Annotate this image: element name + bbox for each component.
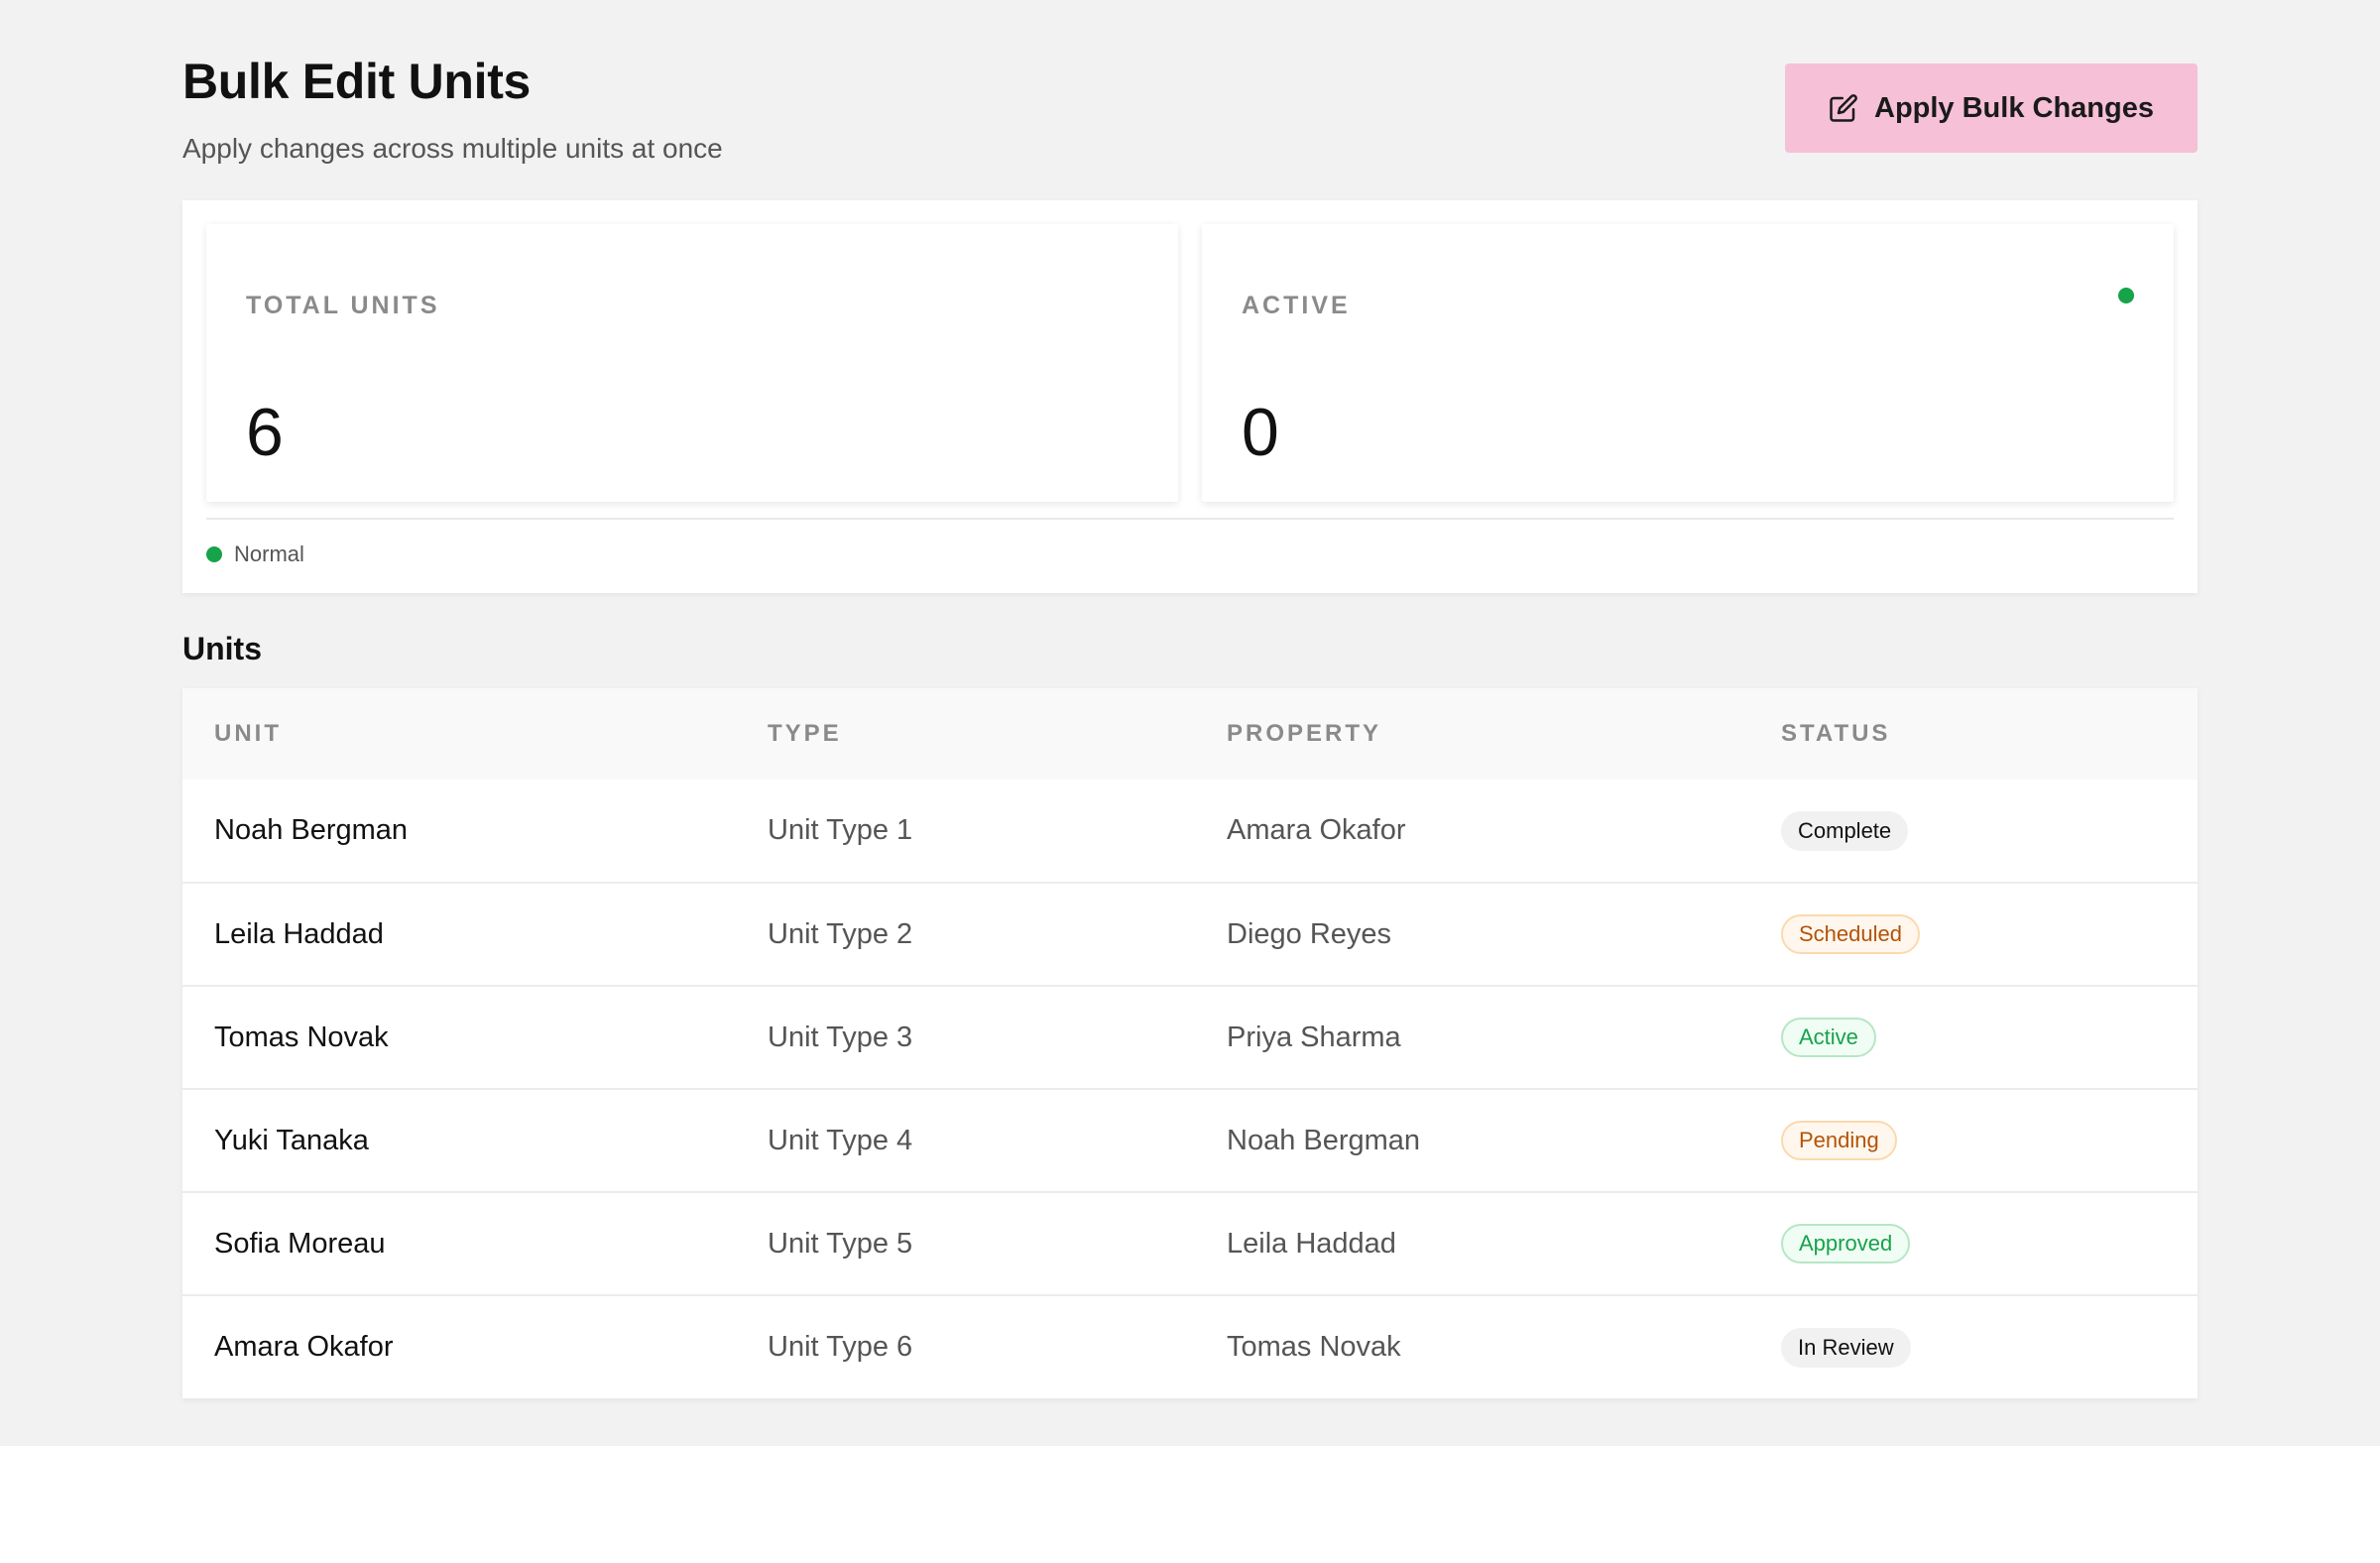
cell-status: Complete <box>1749 780 2198 883</box>
stats-panel: TOTAL UNITS 6 ACTIVE 0 Normal <box>182 200 2198 593</box>
legend-dot-icon <box>206 546 222 562</box>
cell-property: Priya Sharma <box>1227 1021 1401 1053</box>
status-indicator-dot <box>2118 288 2134 303</box>
stat-card-total-units: TOTAL UNITS 6 <box>206 224 1178 502</box>
apply-bulk-changes-label: Apply Bulk Changes <box>1874 91 2154 124</box>
stat-value-active: 0 <box>1242 395 1279 470</box>
status-badge: Approved <box>1781 1224 1911 1263</box>
cell-type: Unit Type 1 <box>768 814 913 846</box>
cell-unit: Yuki Tanaka <box>214 1124 369 1156</box>
cell-property: Noah Bergman <box>1227 1124 1421 1156</box>
stat-label-total-units: TOTAL UNITS <box>246 292 440 319</box>
page-container: Bulk Edit Units Apply changes across mul… <box>182 0 2198 1398</box>
stat-value-total-units: 6 <box>246 395 284 470</box>
cell-type: Unit Type 4 <box>768 1124 913 1156</box>
legend-label: Normal <box>234 541 304 566</box>
cell-status: In Review <box>1749 1295 2198 1398</box>
cell-unit: Noah Bergman <box>214 814 409 846</box>
status-badge: Scheduled <box>1781 914 1920 954</box>
table-row[interactable]: Amara Okafor Unit Type 6 Tomas Novak In … <box>182 1295 2198 1398</box>
stat-label-active: ACTIVE <box>1242 292 1351 319</box>
edit-icon <box>1829 93 1858 123</box>
table-row[interactable]: Yuki Tanaka Unit Type 4 Noah Bergman Pen… <box>182 1089 2198 1192</box>
cell-type: Unit Type 2 <box>768 917 913 950</box>
table-row[interactable]: Leila Haddad Unit Type 2 Diego Reyes Sch… <box>182 883 2198 986</box>
column-header-type[interactable]: TYPE <box>736 688 1195 780</box>
cell-unit: Leila Haddad <box>214 917 384 950</box>
page-title: Bulk Edit Units <box>182 54 532 109</box>
cell-property: Amara Okafor <box>1227 814 1406 846</box>
units-section-title: Units <box>182 631 262 666</box>
column-header-status[interactable]: STATUS <box>1749 688 2198 780</box>
cell-type: Unit Type 3 <box>768 1021 913 1053</box>
app-root: Bulk Edit Units Apply changes across mul… <box>0 0 2380 1446</box>
apply-bulk-changes-button[interactable]: Apply Bulk Changes <box>1785 63 2198 153</box>
column-header-property[interactable]: PROPERTY <box>1195 688 1749 780</box>
cell-unit: Sofia Moreau <box>214 1227 386 1260</box>
cell-type: Unit Type 6 <box>768 1331 913 1363</box>
units-table: UNIT TYPE PROPERTY STATUS Noah Bergman U… <box>182 688 2198 1398</box>
cell-status: Approved <box>1749 1192 2198 1295</box>
cell-unit: Amara Okafor <box>214 1331 394 1363</box>
cell-property: Leila Haddad <box>1227 1227 1396 1260</box>
table-row[interactable]: Noah Bergman Unit Type 1 Amara Okafor Co… <box>182 780 2198 883</box>
status-badge: Complete <box>1781 810 1909 851</box>
stat-card-active: ACTIVE 0 <box>1202 224 2174 502</box>
cell-property: Diego Reyes <box>1227 917 1392 950</box>
page-header: Bulk Edit Units Apply changes across mul… <box>182 0 2198 198</box>
cell-property: Tomas Novak <box>1227 1331 1401 1363</box>
table-header-row: UNIT TYPE PROPERTY STATUS <box>182 688 2198 780</box>
status-badge: In Review <box>1781 1327 1911 1368</box>
cell-status: Scheduled <box>1749 883 2198 986</box>
page-subtitle: Apply changes across multiple units at o… <box>182 133 723 164</box>
stats-divider <box>206 518 2174 520</box>
units-table-card: UNIT TYPE PROPERTY STATUS Noah Bergman U… <box>182 688 2198 1398</box>
column-header-unit[interactable]: UNIT <box>182 688 736 780</box>
status-badge: Active <box>1781 1018 1876 1057</box>
table-row[interactable]: Sofia Moreau Unit Type 5 Leila Haddad Ap… <box>182 1192 2198 1295</box>
cell-type: Unit Type 5 <box>768 1227 913 1260</box>
cell-status: Active <box>1749 986 2198 1089</box>
cell-status: Pending <box>1749 1089 2198 1192</box>
table-row[interactable]: Tomas Novak Unit Type 3 Priya Sharma Act… <box>182 986 2198 1089</box>
status-badge: Pending <box>1781 1121 1897 1160</box>
cell-unit: Tomas Novak <box>214 1021 389 1053</box>
legend: Normal <box>206 538 304 571</box>
